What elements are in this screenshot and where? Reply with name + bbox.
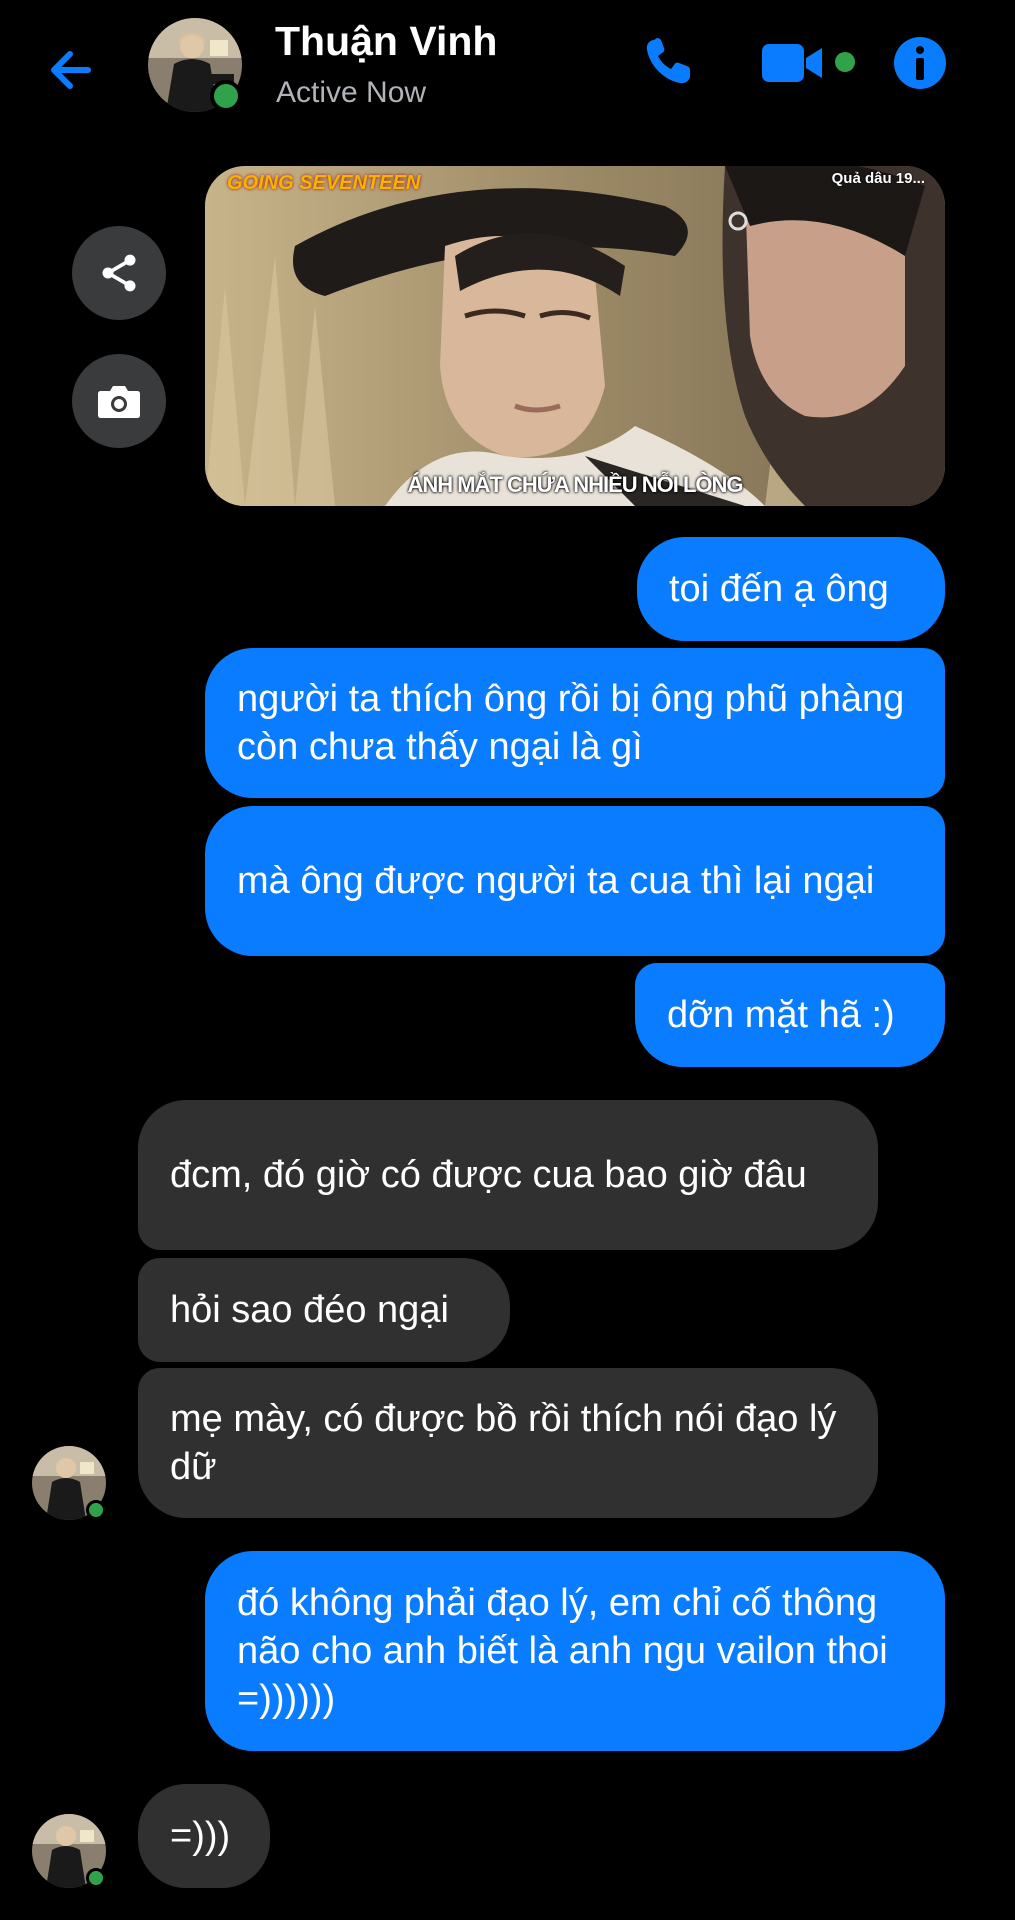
message-bubble-outgoing[interactable]: dỡn mặt hã :): [635, 963, 945, 1067]
message-bubble-incoming[interactable]: hỏi sao đéo ngại: [138, 1258, 510, 1362]
image-corner-text: Quả dâu 19...: [831, 170, 925, 187]
message-bubble-outgoing[interactable]: đó không phải đạo lý, em chỉ cố thông nã…: [205, 1551, 945, 1751]
chat-header: Thuận Vinh Active Now: [0, 0, 1015, 130]
contact-status: Active Now: [276, 76, 427, 109]
back-button[interactable]: [40, 38, 104, 102]
online-indicator: [86, 1500, 106, 1520]
image-caption: ÁNH MẮT CHỨA NHIỀU NỖI LÒNG: [407, 472, 743, 497]
share-button[interactable]: [72, 226, 166, 320]
message-bubble-incoming[interactable]: đcm, đó giờ có được cua bao giờ đâu: [138, 1100, 878, 1250]
camera-icon: [98, 386, 140, 418]
back-arrow-icon: [51, 51, 91, 89]
info-icon: [894, 37, 946, 89]
video-call-button[interactable]: [760, 40, 826, 86]
video-active-dot: [835, 52, 855, 72]
voice-call-button[interactable]: [640, 34, 696, 90]
share-icon: [102, 254, 136, 292]
phone-icon: [646, 38, 690, 84]
info-button[interactable]: [893, 36, 947, 90]
video-camera-icon: [762, 44, 822, 82]
online-indicator: [86, 1868, 106, 1888]
message-bubble-outgoing[interactable]: toi đến ạ ông: [637, 537, 945, 641]
message-bubble-incoming[interactable]: mẹ mày, có được bồ rồi thích nói đạo lý …: [138, 1368, 878, 1518]
contact-name[interactable]: Thuận Vinh: [275, 18, 497, 65]
online-indicator: [210, 80, 242, 112]
message-bubble-outgoing[interactable]: người ta thích ông rồi bị ông phũ phàng …: [205, 648, 945, 798]
image-logo-text: GOING SEVENTEEN: [227, 172, 421, 194]
image-message-photo: [205, 166, 945, 506]
message-bubble-incoming[interactable]: =))): [138, 1784, 270, 1888]
message-bubble-outgoing[interactable]: mà ông được người ta cua thì lại ngại: [205, 806, 945, 956]
image-message[interactable]: GOING SEVENTEEN Quả dâu 19... ÁNH MẮT CH…: [205, 166, 945, 506]
camera-button[interactable]: [72, 354, 166, 448]
